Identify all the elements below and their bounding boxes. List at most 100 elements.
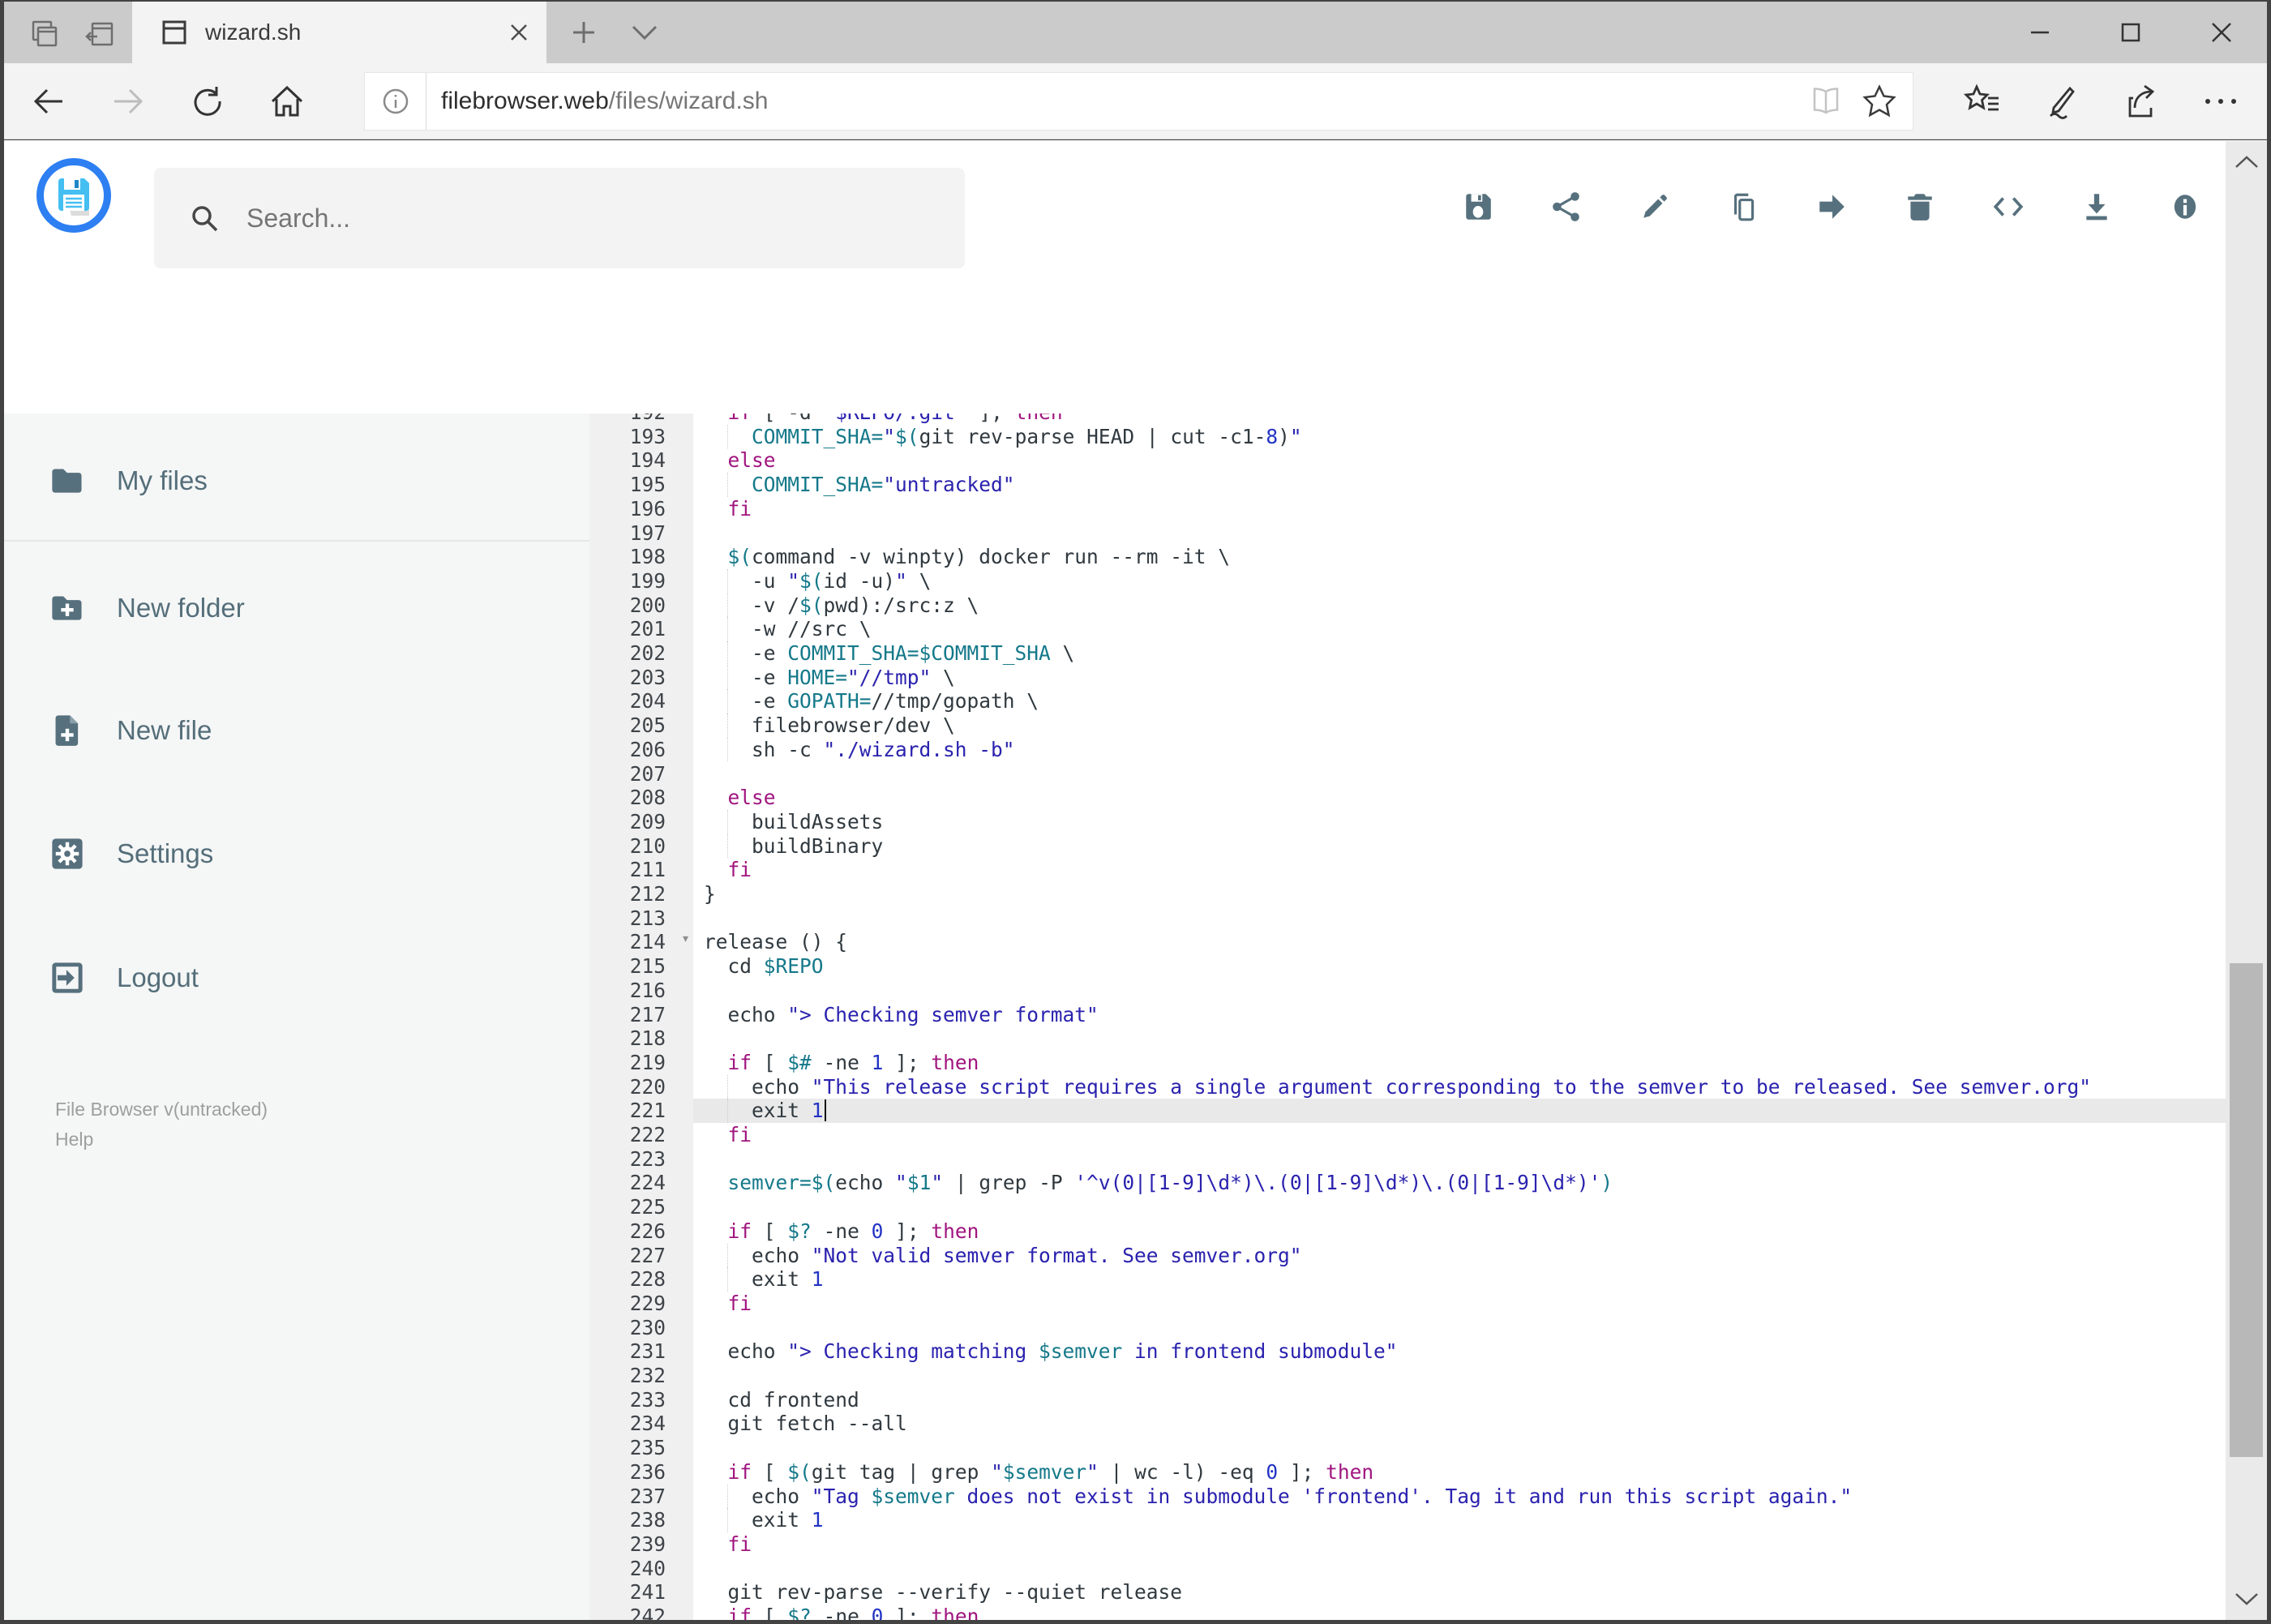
code-line[interactable]: 239 fi — [589, 1532, 2267, 1557]
code-line[interactable]: 195 COMMIT_SHA="untracked" — [589, 473, 2267, 497]
scroll-down-icon[interactable] — [2226, 1581, 2267, 1617]
code-line[interactable]: 206 sh -c "./wizard.sh -b" — [589, 737, 2267, 762]
forward-button[interactable] — [108, 81, 148, 122]
copy-button[interactable] — [1727, 191, 1759, 223]
new-tab-button[interactable] — [566, 15, 602, 50]
code-line[interactable]: 216 — [589, 979, 2267, 1003]
code-cell[interactable]: filebrowser/dev \ — [693, 713, 2267, 738]
code-cell[interactable]: else — [693, 786, 2267, 810]
code-cell[interactable]: cd frontend — [693, 1388, 2267, 1412]
minimize-button[interactable] — [1995, 2, 2085, 63]
scroll-up-icon[interactable] — [2226, 144, 2267, 180]
code-cell[interactable] — [693, 1147, 2267, 1172]
code-cell[interactable]: echo "> Checking matching $semver in fro… — [693, 1339, 2267, 1364]
browser-tab[interactable]: wizard.sh — [132, 2, 546, 63]
delete-button[interactable] — [1904, 191, 1936, 223]
code-cell[interactable]: if [ $? -ne 0 ]; then — [693, 1219, 2267, 1244]
code-cell[interactable]: if [ $? -ne 0 ]; then — [693, 1605, 2267, 1620]
code-line[interactable]: 230 — [589, 1316, 2267, 1340]
code-cell[interactable]: -e GOPATH=//tmp/gopath \ — [693, 689, 2267, 714]
code-line[interactable]: 218 — [589, 1026, 2267, 1051]
code-line[interactable]: 219 if [ $# -ne 1 ]; then — [589, 1051, 2267, 1075]
code-line[interactable]: 236 if [ $(git tag | grep "$semver" | wc… — [589, 1460, 2267, 1485]
code-line[interactable]: 238 exit 1 — [589, 1508, 2267, 1532]
code-cell[interactable]: $(command -v winpty) docker run --rm -it… — [693, 545, 2267, 569]
code-line[interactable]: 233 cd frontend — [589, 1388, 2267, 1412]
maximize-button[interactable] — [2085, 2, 2176, 63]
code-line[interactable]: 202 -e COMMIT_SHA=$COMMIT_SHA \ — [589, 641, 2267, 666]
code-cell[interactable]: fi — [693, 497, 2267, 521]
code-cell[interactable]: fi — [693, 1123, 2267, 1147]
code-line[interactable]: 210 buildBinary — [589, 833, 2267, 859]
code-cell[interactable]: fi — [693, 1532, 2267, 1557]
code-line[interactable]: 234 git fetch --all — [589, 1412, 2267, 1436]
code-line[interactable]: 214 ▾ release () { — [589, 930, 2267, 954]
code-cell[interactable]: } — [693, 882, 2267, 906]
code-cell[interactable] — [693, 1436, 2267, 1460]
code-cell[interactable]: -w //src \ — [693, 617, 2267, 641]
code-cell[interactable]: else — [693, 448, 2267, 473]
code-cell[interactable] — [693, 979, 2267, 1003]
share-page-button[interactable] — [2102, 75, 2181, 128]
scrollbar-thumb[interactable] — [2230, 963, 2263, 1457]
code-line[interactable]: 235 — [589, 1436, 2267, 1460]
code-cell[interactable]: buildBinary — [693, 833, 2267, 859]
code-cell[interactable]: COMMIT_SHA="untracked" — [693, 473, 2267, 497]
refresh-button[interactable] — [187, 81, 228, 122]
close-window-button[interactable] — [2176, 2, 2267, 63]
code-cell[interactable]: buildAssets — [693, 809, 2267, 834]
code-cell[interactable]: git rev-parse --verify --quiet release — [693, 1580, 2267, 1605]
code-cell[interactable] — [693, 1557, 2267, 1581]
code-line[interactable]: 196 fi — [589, 497, 2267, 521]
set-tabs-aside-button[interactable] — [82, 16, 118, 52]
hub-favorites-button[interactable] — [1943, 75, 2022, 128]
code-line[interactable]: 217 echo "> Checking semver format" — [589, 1003, 2267, 1027]
code-cell[interactable] — [693, 1364, 2267, 1388]
code-line[interactable]: 203 -e HOME="//tmp" \ — [589, 665, 2267, 690]
code-line[interactable]: 201 -w //src \ — [589, 617, 2267, 641]
code-line[interactable]: 194 else — [589, 448, 2267, 473]
more-options-button[interactable] — [2181, 75, 2260, 128]
code-cell[interactable]: COMMIT_SHA="$(git rev-parse HEAD | cut -… — [693, 424, 2267, 449]
rename-button[interactable] — [1639, 191, 1671, 223]
info-button[interactable] — [2169, 191, 2201, 223]
share-button[interactable] — [1550, 191, 1583, 223]
code-line[interactable]: 204 -e GOPATH=//tmp/gopath \ — [589, 689, 2267, 714]
download-button[interactable] — [2080, 191, 2113, 223]
sidebar-item-new-file[interactable]: New file — [4, 686, 589, 775]
code-line[interactable]: 213 — [589, 906, 2267, 931]
code-line[interactable]: 208 else — [589, 786, 2267, 810]
code-cell[interactable]: echo "Not valid semver format. See semve… — [693, 1243, 2267, 1268]
sidebar-item-settings[interactable]: Settings — [4, 809, 589, 898]
site-info-icon[interactable] — [365, 73, 426, 130]
tab-preview-button[interactable] — [27, 16, 62, 52]
add-favorite-star-button[interactable] — [1853, 77, 1906, 126]
back-button[interactable] — [28, 81, 69, 122]
help-link[interactable]: Help — [55, 1125, 268, 1155]
code-cell[interactable] — [693, 1026, 2267, 1051]
code-cell[interactable] — [693, 521, 2267, 546]
code-line[interactable]: 220 echo "This release script requires a… — [589, 1074, 2267, 1099]
code-line[interactable]: 232 — [589, 1364, 2267, 1388]
code-line[interactable]: 199 -u "$(id -u)" \ — [589, 568, 2267, 593]
code-cell[interactable]: echo "This release script requires a sin… — [693, 1074, 2267, 1099]
code-cell[interactable]: fi — [693, 1292, 2267, 1316]
code-line[interactable]: 197 — [589, 521, 2267, 546]
sidebar-item-logout[interactable]: Logout — [4, 933, 589, 1022]
code-line[interactable]: 222 fi — [589, 1123, 2267, 1147]
sidebar-item-new-folder[interactable]: New folder — [4, 563, 589, 653]
code-line[interactable]: 224 semver=$(echo "$1" | grep -P '^v(0|[… — [589, 1171, 2267, 1195]
code-line[interactable]: 212} — [589, 882, 2267, 906]
reading-view-button[interactable] — [1799, 77, 1853, 126]
show-tab-previews-button[interactable] — [625, 15, 664, 50]
code-line[interactable]: 209 buildAssets — [589, 809, 2267, 834]
fold-marker-icon[interactable]: ▾ — [681, 930, 690, 947]
code-line[interactable]: 241 git rev-parse --verify --quiet relea… — [589, 1580, 2267, 1605]
code-line[interactable]: 225 — [589, 1195, 2267, 1219]
code-line[interactable]: 226 if [ $? -ne 0 ]; then — [589, 1219, 2267, 1244]
code-line[interactable]: 192 if [ -d "$REPO/.git" ]; then — [589, 413, 2267, 425]
code-cell[interactable]: echo "> Checking semver format" — [693, 1003, 2267, 1027]
code-cell[interactable]: if [ $# -ne 1 ]; then — [693, 1051, 2267, 1075]
code-line[interactable]: 205 filebrowser/dev \ — [589, 713, 2267, 738]
address-bar[interactable]: filebrowser.web/files/wizard.sh — [364, 72, 1913, 131]
